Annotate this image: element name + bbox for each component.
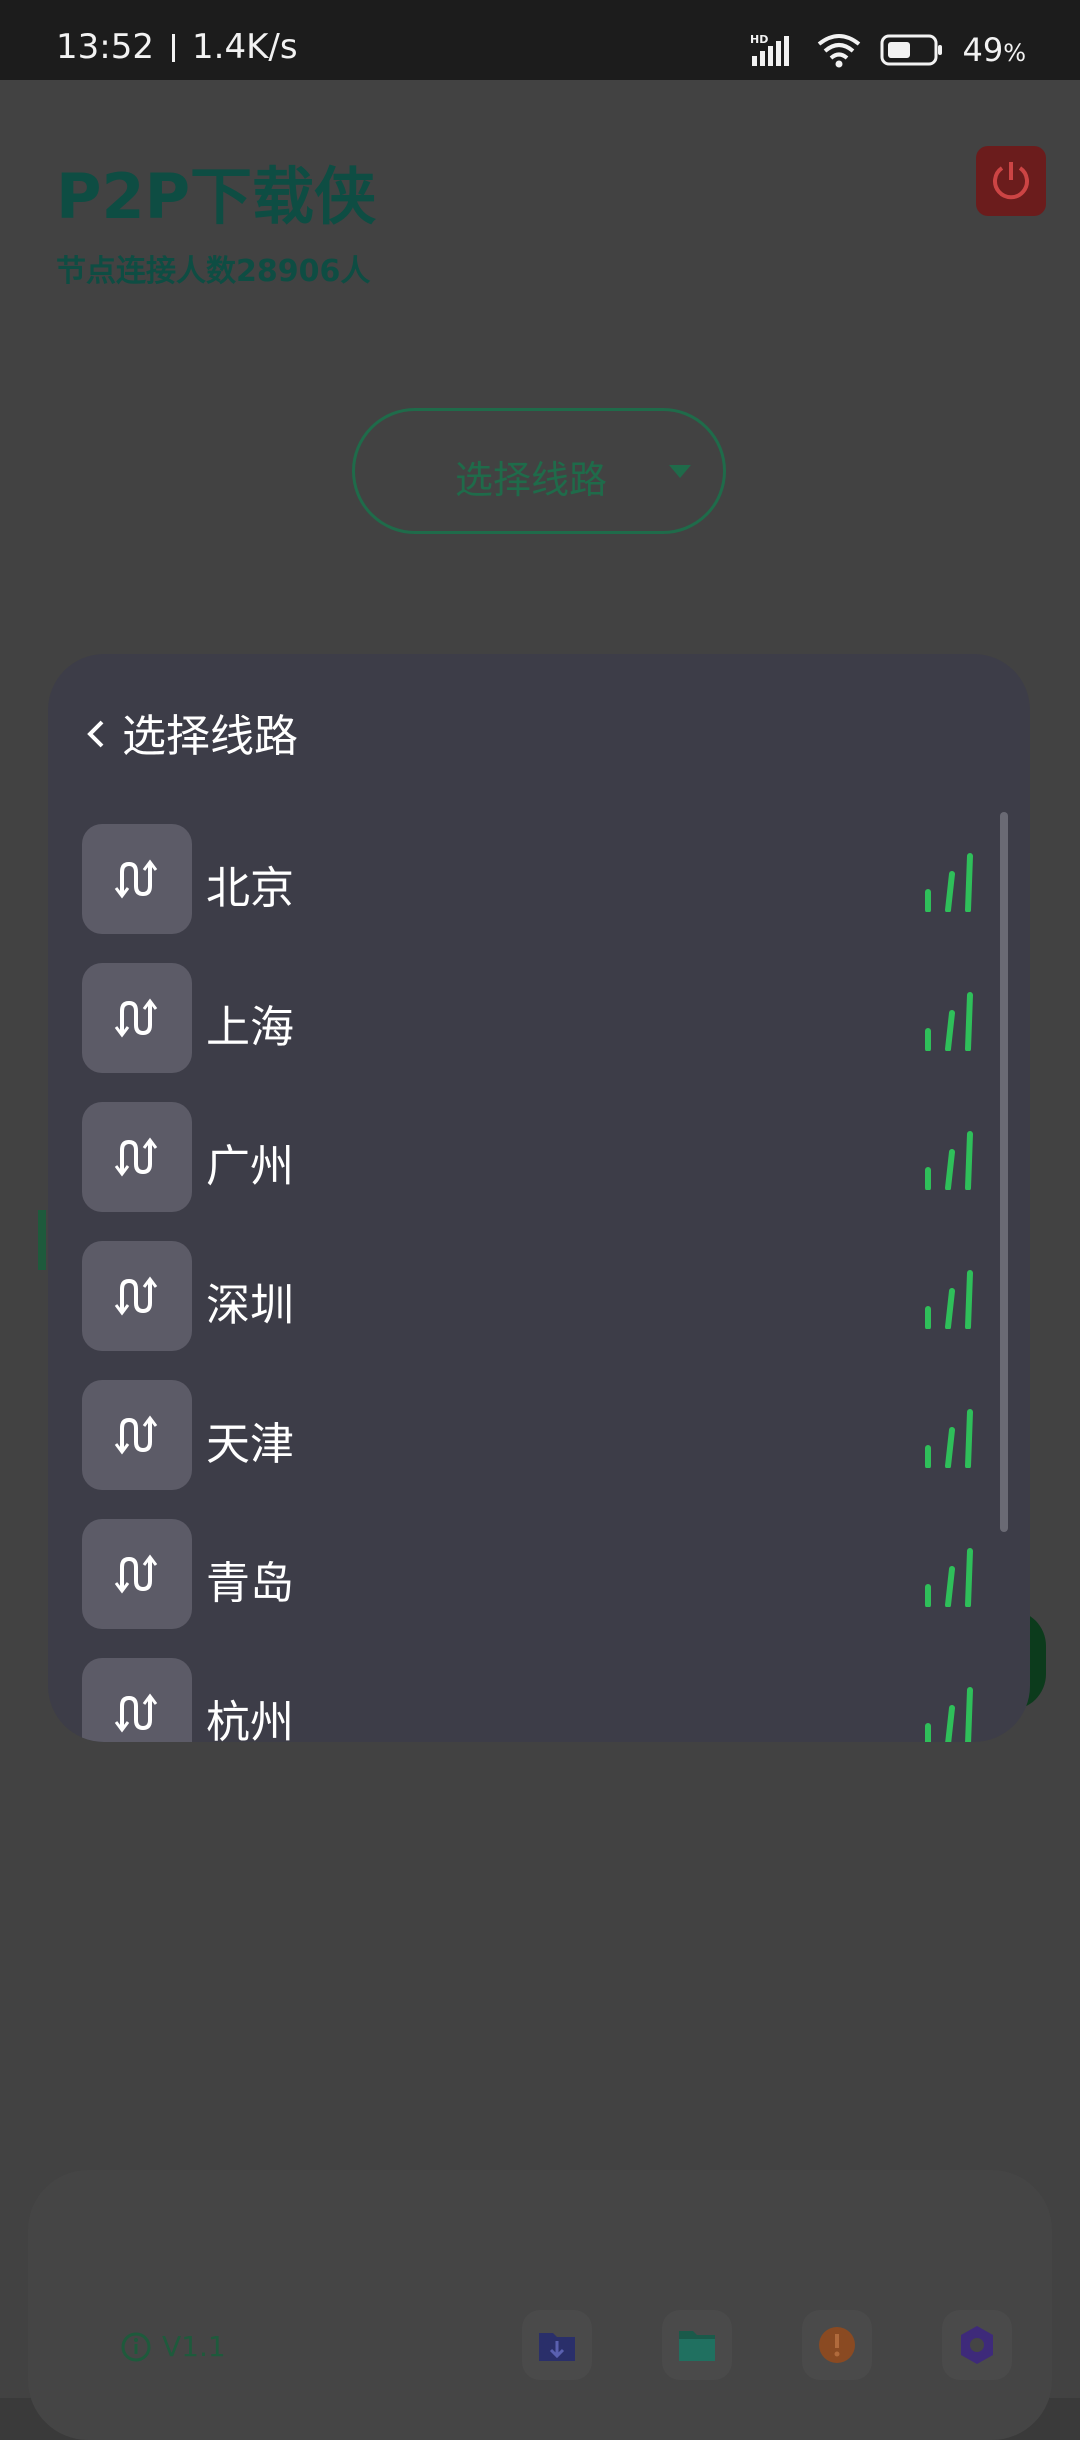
route-icon (82, 1241, 192, 1351)
info-icon (121, 2332, 151, 2361)
route-item[interactable]: 青岛 (48, 1519, 988, 1631)
status-icons: HD 49% (750, 28, 1026, 72)
signal-strength-icon (925, 1131, 973, 1190)
route-name: 广州 (206, 1141, 294, 1192)
signal-strength-icon (925, 1409, 973, 1468)
signal-strength-icon (925, 1687, 973, 1742)
route-icon (82, 1519, 192, 1629)
wifi-icon (818, 34, 861, 68)
route-icon (82, 1102, 192, 1212)
node-count-label: 节点连接人数28906人 (56, 254, 371, 289)
settings-icon (961, 2326, 993, 2364)
route-item[interactable]: 杭州 (48, 1658, 988, 1742)
folder-icon (679, 2331, 715, 2361)
status-bar: 13:52 1.4K/s HD 49% (0, 0, 1080, 80)
route-item[interactable]: 上海 (48, 963, 988, 1075)
power-icon (993, 162, 1029, 200)
download-folder-icon (539, 2333, 575, 2361)
version-label: V1.1 (162, 2330, 226, 2363)
signal-strength-icon (925, 1548, 973, 1607)
power-button[interactable] (976, 146, 1046, 216)
route-selector-label: 选择线路 (455, 458, 608, 502)
svg-text:HD: HD (750, 33, 768, 46)
route-item[interactable]: 北京 (48, 824, 988, 936)
route-name: 天津 (206, 1419, 294, 1470)
dialog-title: 选择线路 (122, 711, 298, 762)
status-separator (172, 34, 175, 62)
background-accent (38, 1210, 46, 1270)
route-name: 青岛 (206, 1558, 294, 1609)
version-info: V1.1 (120, 2330, 226, 2363)
status-net-speed: 1.4K/s (192, 27, 298, 67)
app-title: P2P下载侠 (56, 160, 377, 233)
signal-strength-icon (925, 853, 973, 912)
route-selector-button[interactable]: 选择线路 (352, 408, 726, 534)
settings-button[interactable] (942, 2310, 1012, 2380)
chevron-left-icon (87, 720, 104, 748)
route-list: 北京上海广州深圳天津青岛杭州 (48, 824, 988, 1742)
hd-signal-icon: HD (750, 33, 790, 66)
route-name: 杭州 (206, 1697, 294, 1742)
signal-strength-icon (925, 992, 973, 1051)
route-icon (82, 1658, 192, 1742)
warning-button[interactable] (802, 2310, 872, 2380)
route-name: 上海 (206, 1002, 294, 1053)
scrollbar[interactable] (1000, 812, 1008, 1532)
battery-icon (880, 34, 943, 66)
route-icon (82, 824, 192, 934)
route-item[interactable]: 天津 (48, 1380, 988, 1492)
signal-strength-icon (925, 1270, 973, 1329)
route-icon (82, 963, 192, 1073)
caret-down-icon (669, 465, 691, 478)
folder-button[interactable] (662, 2310, 732, 2380)
back-button[interactable] (84, 714, 108, 754)
route-select-dialog: 选择线路 北京上海广州深圳天津青岛杭州 (48, 654, 1030, 1742)
warning-icon (819, 2327, 855, 2363)
download-folder-button[interactable] (522, 2310, 592, 2380)
route-item[interactable]: 广州 (48, 1102, 988, 1214)
route-name: 北京 (206, 863, 294, 914)
battery-percent: 49% (962, 31, 1026, 69)
route-item[interactable]: 深圳 (48, 1241, 988, 1353)
route-name: 深圳 (206, 1280, 294, 1331)
route-icon (82, 1380, 192, 1490)
bottom-nav: V1.1 (28, 2170, 1052, 2440)
status-time: 13:52 (56, 27, 154, 67)
